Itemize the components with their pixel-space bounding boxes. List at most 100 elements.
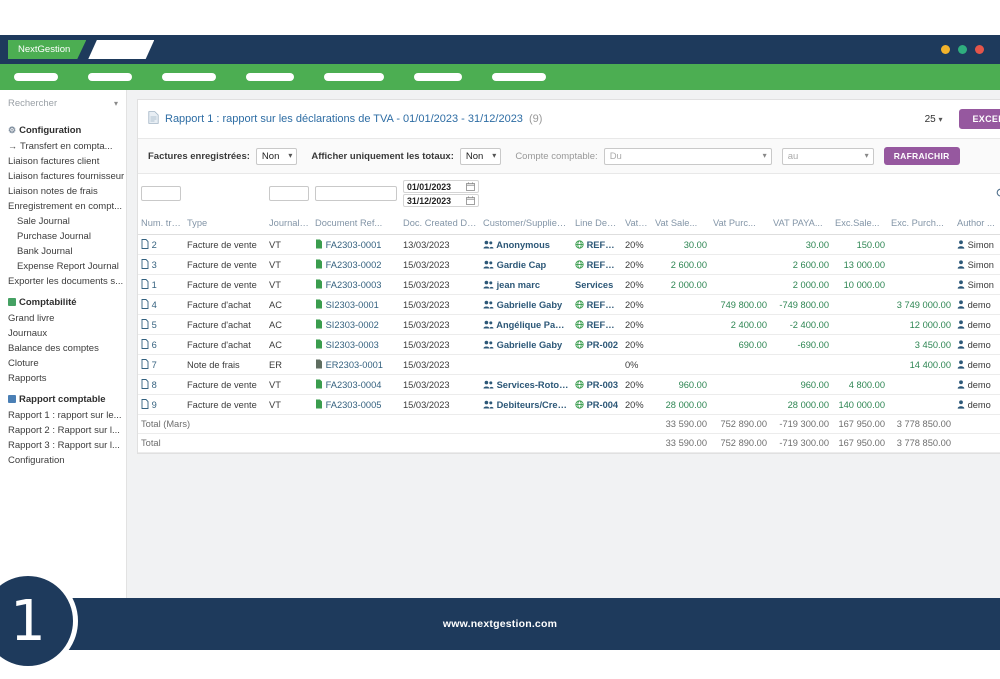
sidebar-item[interactable]: Bank Journal	[0, 244, 126, 259]
num-cell[interactable]: 3	[138, 255, 184, 275]
column-header[interactable]: Exc. Purch...	[888, 213, 954, 235]
sidebar-item[interactable]: Liaison factures fournisseur	[0, 169, 126, 184]
sidebar-item[interactable]: Liaison notes de frais	[0, 184, 126, 199]
table-row[interactable]: 9Facture de venteVT FA2303-000515/03/202…	[138, 395, 1000, 415]
sidebar-item[interactable]: Sale Journal	[0, 214, 126, 229]
sidebar-item[interactable]: Rapports	[0, 371, 126, 386]
nav-item-redacted[interactable]	[162, 73, 216, 81]
document-ref-cell[interactable]: FA2303-0001	[312, 235, 400, 255]
document-ref-cell[interactable]: FA2303-0002	[312, 255, 400, 275]
sidebar-item[interactable]: Liaison factures client	[0, 154, 126, 169]
account-from-input[interactable]	[604, 148, 772, 165]
customer-cell[interactable]: Gardie Cap	[480, 255, 572, 275]
column-header[interactable]: Num. tran...	[138, 213, 184, 235]
table-row[interactable]: 4Facture d'achatAC SI2303-000115/03/2023…	[138, 295, 1000, 315]
excel-button[interactable]: EXCEL	[959, 109, 1000, 129]
date-from-box[interactable]: 01/01/2023	[403, 180, 479, 193]
num-cell[interactable]: 2	[138, 235, 184, 255]
refresh-button[interactable]: RAFRAICHIR	[884, 147, 960, 165]
customer-cell[interactable]: Angélique Paulette	[480, 315, 572, 335]
num-cell[interactable]: 9	[138, 395, 184, 415]
nav-item-redacted[interactable]	[324, 73, 384, 81]
date-to-box[interactable]: 31/12/2023	[403, 194, 479, 207]
num-cell[interactable]: 8	[138, 375, 184, 395]
document-ref-cell[interactable]: SI2303-0002	[312, 315, 400, 335]
document-ref-cell[interactable]: ER2303-0001	[312, 355, 400, 375]
column-header[interactable]: Document Ref...	[312, 213, 400, 235]
nav-item-redacted[interactable]	[88, 73, 132, 81]
table-row[interactable]: 2Facture de venteVT FA2303-000113/03/202…	[138, 235, 1000, 255]
sidebar-item[interactable]: Rapport 3 : Rapport sur l...	[0, 438, 126, 453]
sidebar-search[interactable]: Rechercher ▾	[0, 93, 126, 117]
customer-cell[interactable]: Services-Roto-Plus	[480, 375, 572, 395]
document-ref-cell[interactable]: FA2303-0003	[312, 275, 400, 295]
filter-journal-input[interactable]	[269, 186, 309, 201]
customer-cell[interactable]: Gabrielle Gaby	[480, 295, 572, 315]
num-cell[interactable]: 4	[138, 295, 184, 315]
column-header[interactable]: Author ...	[954, 213, 1000, 235]
filter-ref-input[interactable]	[315, 186, 397, 201]
sidebar-item[interactable]: Enregistrement en compt...	[0, 199, 126, 214]
line-desc-cell[interactable]: PR-002	[572, 335, 622, 355]
table-row[interactable]: 1Facture de venteVT FA2303-000315/03/202…	[138, 275, 1000, 295]
registered-select[interactable]: Non	[256, 148, 297, 165]
document-ref-cell[interactable]: FA2303-0004	[312, 375, 400, 395]
column-header[interactable]: Journal T...	[266, 213, 312, 235]
document-ref-cell[interactable]: SI2303-0003	[312, 335, 400, 355]
column-header[interactable]: Type	[184, 213, 266, 235]
sidebar-item[interactable]: Purchase Journal	[0, 229, 126, 244]
nav-item-redacted[interactable]	[414, 73, 462, 81]
sidebar-item[interactable]: Balance des comptes	[0, 341, 126, 356]
totals-only-select[interactable]: Non	[460, 148, 501, 165]
column-header[interactable]: Line Des...	[572, 213, 622, 235]
line-desc-cell[interactable]: PR-003	[572, 375, 622, 395]
nav-item-redacted[interactable]	[14, 73, 58, 81]
column-header[interactable]: Customer/Supplier n...	[480, 213, 572, 235]
sidebar-item[interactable]: Configuration	[0, 453, 126, 468]
line-desc-cell[interactable]: REF001	[572, 235, 622, 255]
sidebar-item[interactable]: Journaux	[0, 326, 126, 341]
sidebar-item[interactable]: Grand livre	[0, 311, 126, 326]
num-cell[interactable]: 1	[138, 275, 184, 295]
table-row[interactable]: 5Facture d'achatAC SI2303-000215/03/2023…	[138, 315, 1000, 335]
search-icon[interactable]	[996, 191, 1000, 201]
table-row[interactable]: 8Facture de venteVT FA2303-000415/03/202…	[138, 375, 1000, 395]
document-ref-cell[interactable]: SI2303-0001	[312, 295, 400, 315]
table-row[interactable]: 3Facture de venteVT FA2303-000215/03/202…	[138, 255, 1000, 275]
customer-cell[interactable]: Debiteurs/Crediteurs	[480, 395, 572, 415]
num-cell[interactable]: 6	[138, 335, 184, 355]
column-header[interactable]: Vat %	[622, 213, 652, 235]
table-row[interactable]: 6Facture d'achatAC SI2303-000315/03/2023…	[138, 335, 1000, 355]
brand-logo[interactable]: NextGestion	[8, 40, 86, 59]
line-desc-cell[interactable]: PR-004	[572, 395, 622, 415]
window-dot-red-icon[interactable]	[975, 45, 984, 54]
sidebar-item[interactable]: Expense Report Journal	[0, 259, 126, 274]
line-desc-cell[interactable]: REF001	[572, 315, 622, 335]
column-header[interactable]: Doc. Created Date ▼	[400, 213, 480, 235]
column-header[interactable]: Exc.Sale...	[832, 213, 888, 235]
nav-item-redacted[interactable]	[492, 73, 546, 81]
window-dot-yellow-icon[interactable]	[941, 45, 950, 54]
sidebar-item[interactable]: Rapport 1 : rapport sur le...	[0, 408, 126, 423]
filter-num-input[interactable]	[141, 186, 181, 201]
customer-cell[interactable]: Gabrielle Gaby	[480, 335, 572, 355]
column-header[interactable]: Vat Purc...	[710, 213, 770, 235]
line-desc-cell[interactable]: Services	[572, 275, 622, 295]
column-header[interactable]: Vat Sale...	[652, 213, 710, 235]
column-header[interactable]: VAT PAYA...	[770, 213, 832, 235]
sidebar-item[interactable]: →Transfert en compta...	[0, 139, 126, 154]
sidebar-item[interactable]: Cloture	[0, 356, 126, 371]
line-desc-cell[interactable]	[572, 355, 622, 375]
num-cell[interactable]: 7	[138, 355, 184, 375]
sidebar-item[interactable]: Rapport 2 : Rapport sur l...	[0, 423, 126, 438]
num-cell[interactable]: 5	[138, 315, 184, 335]
line-desc-cell[interactable]: REF001	[572, 255, 622, 275]
customer-cell[interactable]: jean marc	[480, 275, 572, 295]
table-row[interactable]: 7Note de fraisER ER2303-000115/03/20230%…	[138, 355, 1000, 375]
sidebar-item[interactable]: Exporter les documents s...	[0, 274, 126, 289]
document-ref-cell[interactable]: FA2303-0005	[312, 395, 400, 415]
page-size-select[interactable]: 25 ▾	[925, 114, 943, 125]
window-dot-green-icon[interactable]	[958, 45, 967, 54]
customer-cell[interactable]	[480, 355, 572, 375]
customer-cell[interactable]: Anonymous	[480, 235, 572, 255]
